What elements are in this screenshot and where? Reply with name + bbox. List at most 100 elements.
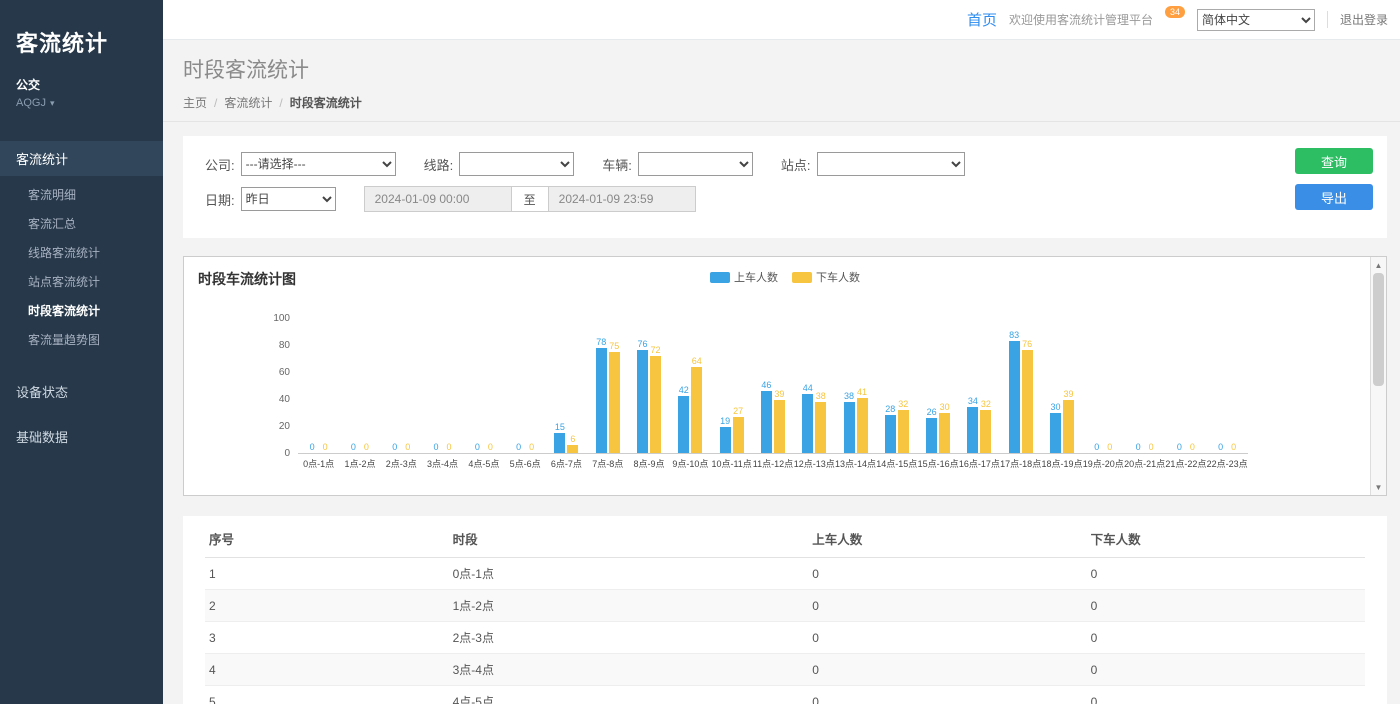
- x-tick-label: 18点-19点: [1041, 457, 1082, 470]
- bar-value-label: 32: [898, 399, 908, 410]
- bar-value-label: 39: [1063, 389, 1073, 400]
- export-button[interactable]: 导出: [1295, 184, 1373, 210]
- bar-value-label: 78: [596, 337, 606, 348]
- bar: [720, 427, 731, 453]
- bar-wrap: 0: [320, 442, 331, 453]
- bar: [967, 407, 978, 453]
- topbar: 首页 欢迎使用客流统计管理平台 34 简体中文 退出登录: [163, 0, 1400, 40]
- sidebar-item-device-status[interactable]: 设备状态: [0, 374, 163, 409]
- logout-link[interactable]: 退出登录: [1327, 11, 1388, 28]
- org-code-label: AQGJ: [16, 97, 46, 109]
- bar-group: 3432: [959, 318, 1000, 453]
- breadcrumb-flow-stats[interactable]: 客流统计: [224, 94, 272, 111]
- bar-value-label: 76: [1022, 339, 1032, 350]
- sidebar-item-flow-summary[interactable]: 客流汇总: [0, 209, 163, 238]
- chart-scrollbar[interactable]: ▲ ▼: [1370, 257, 1386, 495]
- bar-group: 00: [1124, 318, 1165, 453]
- x-tick-label: 14点-15点: [876, 457, 917, 470]
- bar-wrap: 28: [885, 404, 896, 453]
- station-select[interactable]: [817, 152, 965, 176]
- bar-wrap: 44: [802, 383, 813, 453]
- scrollbar-down-button[interactable]: ▼: [1371, 479, 1386, 495]
- scrollbar-track[interactable]: [1371, 273, 1386, 479]
- legend-item[interactable]: 上车人数: [710, 269, 778, 285]
- breadcrumb-home[interactable]: 主页: [183, 94, 207, 111]
- bar-group: 00: [298, 318, 339, 453]
- sidebar-item-trend-chart[interactable]: 客流量趋势图: [0, 325, 163, 354]
- table-cell: 0: [808, 558, 1086, 590]
- table-panel: 序号时段上车人数下车人数 10点-1点0021点-2点0032点-3点0043点…: [183, 516, 1387, 704]
- chart-box: 时段车流统计图 上车人数下车人数 020406080100 0000000000…: [183, 256, 1387, 496]
- bar-value-label: 76: [638, 339, 648, 350]
- legend-label: 下车人数: [816, 269, 860, 285]
- table-cell: 0: [1087, 654, 1365, 686]
- breadcrumb-separator: /: [214, 96, 217, 110]
- scrollbar-up-button[interactable]: ▲: [1371, 257, 1386, 273]
- to-label: 至: [512, 186, 548, 212]
- bar-wrap: 0: [361, 442, 372, 453]
- bar-wrap: 41: [857, 387, 868, 453]
- scrollbar-thumb[interactable]: [1373, 273, 1384, 386]
- vehicle-select[interactable]: [638, 152, 753, 176]
- bar: [761, 391, 772, 453]
- page-title: 时段客流统计: [183, 54, 1380, 84]
- bar-wrap: 27: [733, 406, 744, 453]
- bar-wrap: 0: [1091, 442, 1102, 453]
- bar-value-label: 0: [434, 442, 439, 453]
- legend-item[interactable]: 下车人数: [792, 269, 860, 285]
- date-to-input[interactable]: [548, 186, 696, 212]
- bar-wrap: 76: [1022, 339, 1033, 453]
- bar-value-label: 32: [981, 399, 991, 410]
- bar-value-label: 0: [488, 442, 493, 453]
- bar-wrap: 0: [307, 442, 318, 453]
- sidebar-item-station-stats[interactable]: 站点客流统计: [0, 267, 163, 296]
- y-tick-label: 40: [279, 394, 290, 405]
- x-tick-label: 12点-13点: [794, 457, 835, 470]
- home-link[interactable]: 首页: [967, 9, 997, 30]
- sidebar-menu: 客流统计 客流明细 客流汇总 线路客流统计 站点客流统计 时段客流统计 客流量趋…: [0, 141, 163, 454]
- table-cell: 2点-3点: [449, 622, 809, 654]
- bar-value-label: 27: [733, 406, 743, 417]
- bar-wrap: 0: [1187, 442, 1198, 453]
- sidebar-item-period-stats[interactable]: 时段客流统计: [0, 296, 163, 325]
- bar-wrap: 0: [526, 442, 537, 453]
- breadcrumb-current: 时段客流统计: [290, 94, 362, 111]
- sidebar-item-passenger-stats[interactable]: 客流统计: [0, 141, 163, 176]
- date-from-input[interactable]: [364, 186, 512, 212]
- bar-wrap: 39: [1063, 389, 1074, 453]
- bar-wrap: 32: [980, 399, 991, 453]
- table-cell: 1: [205, 558, 449, 590]
- bar-wrap: 78: [596, 337, 607, 453]
- bar: [844, 402, 855, 453]
- bar-group: 00: [339, 318, 380, 453]
- table-header-row: 序号时段上车人数下车人数: [205, 520, 1365, 558]
- sidebar-item-base-data[interactable]: 基础数据: [0, 419, 163, 454]
- bar-value-label: 44: [803, 383, 813, 394]
- bar-group: 4639: [752, 318, 793, 453]
- date-preset-select[interactable]: 昨日: [241, 187, 336, 211]
- bar-value-label: 38: [816, 391, 826, 402]
- sidebar-item-line-stats[interactable]: 线路客流统计: [0, 238, 163, 267]
- bar-wrap: 0: [402, 442, 413, 453]
- bar-wrap: 0: [389, 442, 400, 453]
- company-select[interactable]: ---请选择---: [241, 152, 396, 176]
- y-tick-label: 60: [279, 367, 290, 378]
- y-tick-label: 80: [279, 340, 290, 351]
- sidebar: 客流统计 公交 AQGJ▾ 客流统计 客流明细 客流汇总 线路客流统计 站点客流…: [0, 0, 163, 704]
- org-selector[interactable]: AQGJ▾: [16, 97, 147, 109]
- line-select[interactable]: [459, 152, 574, 176]
- bar-value-label: 6: [570, 434, 575, 445]
- station-label: 站点:: [781, 155, 811, 174]
- language-select[interactable]: 简体中文: [1197, 9, 1315, 31]
- table-body: 10点-1点0021点-2点0032点-3点0043点-4点0054点-5点00…: [205, 558, 1365, 704]
- chart-panel: 时段车流统计图 上车人数下车人数 020406080100 0000000000…: [183, 256, 1387, 496]
- bar-wrap: 30: [1050, 402, 1061, 454]
- bar-wrap: 39: [774, 389, 785, 453]
- bar-value-label: 0: [1231, 442, 1236, 453]
- bar-value-label: 34: [968, 396, 978, 407]
- table-cell: 3点-4点: [449, 654, 809, 686]
- x-tick-label: 3点-4点: [422, 457, 463, 470]
- query-button[interactable]: 查询: [1295, 148, 1373, 174]
- sidebar-item-flow-detail[interactable]: 客流明细: [0, 180, 163, 209]
- table-row: 43点-4点00: [205, 654, 1365, 686]
